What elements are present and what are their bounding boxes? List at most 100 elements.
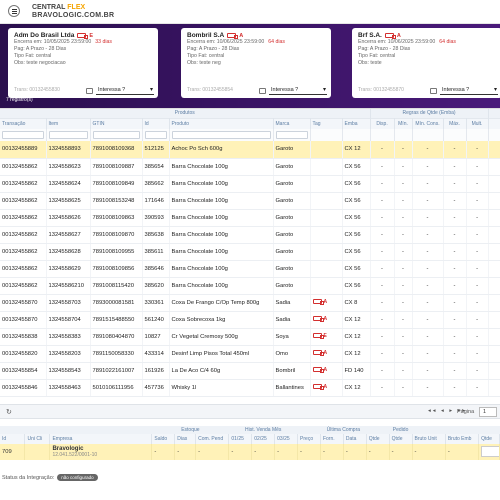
filter-input[interactable] xyxy=(144,131,167,139)
column-filter[interactable] xyxy=(0,129,47,141)
column-header[interactable]: Tag xyxy=(310,117,343,129)
column-header[interactable]: Mult. xyxy=(466,117,489,129)
column-header[interactable]: Bruto Emb xyxy=(445,434,480,444)
column-header[interactable]: Disp. xyxy=(370,117,395,129)
column-header[interactable]: Bruto Unit xyxy=(412,434,446,444)
column-header[interactable]: Mín. xyxy=(394,117,413,129)
company-cell: - xyxy=(228,444,253,460)
column-header[interactable]: Empresa xyxy=(49,434,153,444)
supplier-card[interactable]: Adm Do Brasil Ltda E Encerra em: 10/05/2… xyxy=(8,28,158,98)
column-header[interactable]: Id xyxy=(0,434,26,444)
column-header[interactable]: Id xyxy=(142,117,170,129)
rule-cell: - xyxy=(394,175,413,193)
table-cell xyxy=(310,158,343,176)
table-row[interactable]: 00132455846 1324558463 5010106111956 457736… xyxy=(0,379,500,397)
table-cell: Barra Chocolate 100g xyxy=(169,192,274,210)
page-input[interactable]: 1 xyxy=(479,407,497,417)
filter-input[interactable] xyxy=(2,131,44,139)
column-header[interactable]: Mín. Cons. xyxy=(412,117,444,129)
document-icon[interactable] xyxy=(430,88,437,94)
table-row[interactable]: 00132455862 1324558626 7891008109863 390593… xyxy=(0,209,500,227)
column-header[interactable]: 03/25 xyxy=(274,434,299,444)
table-cell: 13245586210 xyxy=(46,277,91,295)
filter-input[interactable] xyxy=(171,131,271,139)
column-header[interactable]: 02/25 xyxy=(251,434,276,444)
level-badge: E xyxy=(89,32,93,39)
level-badge: A xyxy=(396,32,401,39)
table-cell xyxy=(310,209,343,227)
column-header[interactable]: Preço xyxy=(297,434,321,444)
document-icon[interactable] xyxy=(259,88,266,94)
tag-badge: A xyxy=(312,316,327,323)
column-header[interactable]: Qtde xyxy=(366,434,390,444)
column-header[interactable]: Marca xyxy=(273,117,311,129)
table-cell: 1324558463 xyxy=(46,379,91,397)
hamburger-menu-icon[interactable] xyxy=(8,5,20,17)
table-row[interactable]: 00132455838 1324558383 7891080404870 10827 C… xyxy=(0,328,500,346)
table-row[interactable]: 00132455862 13245586210 7891008115420 38562… xyxy=(0,277,500,295)
table-row[interactable]: 00132455862 1324558628 7891008109955 385611… xyxy=(0,243,500,261)
column-header[interactable]: Máx. xyxy=(443,117,467,129)
column-filter[interactable] xyxy=(142,129,170,141)
table-row[interactable]: 00132455820 1324558203 7891150058330 433314… xyxy=(0,345,500,363)
quantity-input[interactable] xyxy=(481,445,499,457)
supplier-card[interactable]: Bombril S.A A Encerra em: 10/06/2025 23:… xyxy=(181,28,331,98)
supplier-card[interactable]: Brf S.A. A Encerra em: 10/06/2025 23:59:… xyxy=(352,28,500,98)
table-row[interactable]: 00132455889 1324558893 7891008109368 512125… xyxy=(0,141,500,159)
filter-input[interactable] xyxy=(48,131,88,139)
filter-input[interactable] xyxy=(92,131,140,139)
rule-cell: - xyxy=(412,209,444,227)
column-filter[interactable] xyxy=(90,129,143,141)
column-header[interactable]: Produto xyxy=(169,117,274,129)
rule-cell: - xyxy=(412,379,444,397)
company-cell[interactable] xyxy=(478,444,500,460)
truck-icon xyxy=(312,316,324,323)
table-row[interactable]: 00132455862 1324558623 7891008109887 385654… xyxy=(0,158,500,176)
group-hist-venda: Hist. Venda Mês xyxy=(228,426,298,434)
company-row[interactable]: 709 Bravologic 12.041.522/0001-10 ------… xyxy=(0,444,500,460)
table-cell: 1324558629 xyxy=(46,260,91,278)
column-header[interactable]: Emba xyxy=(342,117,371,129)
table-row[interactable]: 00132455862 1324558629 7891008109856 385646… xyxy=(0,260,500,278)
column-header[interactable]: GTIN xyxy=(90,117,143,129)
column-filter[interactable] xyxy=(273,129,311,141)
column-header[interactable]: Saldo xyxy=(151,434,176,444)
column-filter[interactable] xyxy=(169,129,274,141)
rule-cell: - xyxy=(466,311,489,329)
column-header[interactable]: 01/25 xyxy=(228,434,253,444)
truck-icon xyxy=(312,350,324,357)
rule-cell: - xyxy=(466,379,489,397)
column-header[interactable]: Qtde xyxy=(478,434,500,444)
column-header[interactable]: Dias xyxy=(174,434,197,444)
column-header[interactable]: Data xyxy=(343,434,367,444)
column-filter[interactable] xyxy=(46,129,91,141)
rule-cell: - xyxy=(412,345,444,363)
table-cell: 385611 xyxy=(142,243,170,261)
interest-select[interactable]: Interessa ? xyxy=(269,86,327,95)
table-row[interactable]: 00132455862 1324558627 7891008109870 385638… xyxy=(0,226,500,244)
column-header[interactable]: Item xyxy=(46,117,91,129)
column-header[interactable]: Qtde xyxy=(389,434,413,444)
refresh-icon[interactable]: ↻ xyxy=(6,408,12,416)
table-cell: A xyxy=(310,311,343,329)
transaction-id: Trans: 00132455830 xyxy=(14,87,60,93)
table-cell: La De Aco C/4 60g xyxy=(169,362,274,380)
table-cell: Garoto xyxy=(273,141,311,159)
column-header[interactable]: Forn. xyxy=(320,434,344,444)
document-icon[interactable] xyxy=(86,88,93,94)
interest-select[interactable]: Interessa ? xyxy=(440,86,498,95)
table-row[interactable]: 00132455862 1324558624 7891008109849 385662… xyxy=(0,175,500,193)
rule-cell: - xyxy=(394,277,413,295)
interest-select[interactable]: Interessa ? xyxy=(96,86,154,95)
column-header[interactable]: Transação xyxy=(0,117,47,129)
filter-input[interactable] xyxy=(275,131,308,139)
table-row[interactable]: 00132455854 1324558543 7891022161007 161926… xyxy=(0,362,500,380)
column-header[interactable]: Uni Cli xyxy=(24,434,51,444)
table-row[interactable]: 00132455862 1324558625 7891008153248 171646… xyxy=(0,192,500,210)
column-header[interactable]: Com. Pend xyxy=(195,434,230,444)
column-filter xyxy=(394,129,413,141)
table-row[interactable]: 00132455870 1324558703 7893000081581 330361… xyxy=(0,294,500,312)
table-cell: 1324558626 xyxy=(46,209,91,227)
table-cell: 330361 xyxy=(142,294,170,312)
table-row[interactable]: 00132455870 1324558704 7891515488550 561240… xyxy=(0,311,500,329)
